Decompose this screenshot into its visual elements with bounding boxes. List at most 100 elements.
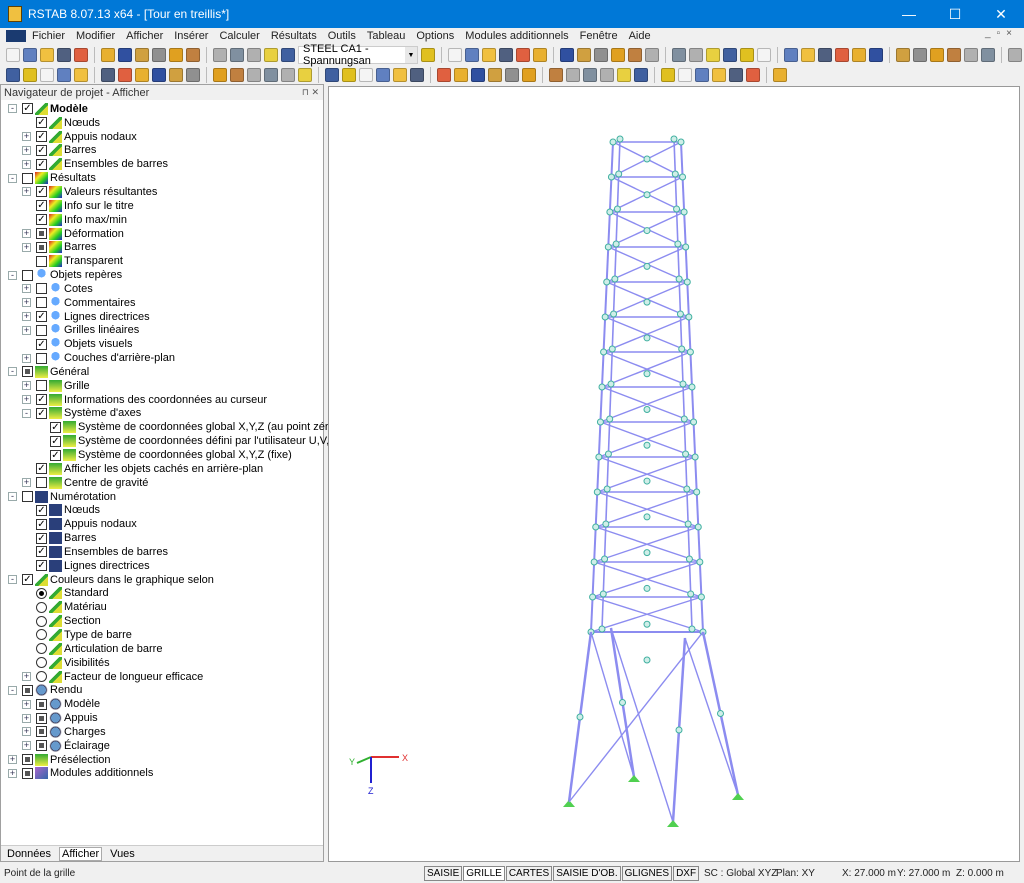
collapse-icon[interactable]: -	[8, 271, 17, 280]
node[interactable]	[675, 241, 681, 247]
checkbox-unchecked[interactable]	[22, 173, 33, 184]
tree-item[interactable]: ✓Appuis nodaux	[1, 517, 323, 531]
close-button[interactable]: ✕	[978, 0, 1024, 28]
menu-item[interactable]: Calculer	[219, 30, 259, 42]
toolbar-button-icon[interactable]	[645, 48, 659, 62]
toolbar-button-icon[interactable]	[454, 68, 468, 82]
toolbar-button-icon[interactable]	[186, 68, 200, 82]
node[interactable]	[644, 478, 650, 484]
node[interactable]	[697, 559, 703, 565]
toolbar-button-icon[interactable]	[247, 48, 261, 62]
toolbar-button-icon[interactable]	[577, 48, 591, 62]
checkbox-checked[interactable]: ✓	[36, 200, 47, 211]
member[interactable]	[681, 142, 683, 177]
status-toggle-button[interactable]: DXF	[673, 866, 699, 881]
node[interactable]	[677, 311, 683, 317]
support-icon[interactable]	[628, 775, 640, 782]
member[interactable]	[694, 422, 696, 457]
toolbar-button-icon[interactable]	[118, 48, 132, 62]
member[interactable]	[683, 384, 684, 419]
node[interactable]	[644, 228, 650, 234]
node[interactable]	[644, 335, 650, 341]
node[interactable]	[610, 139, 616, 145]
toolbar-button-icon[interactable]	[281, 68, 295, 82]
toolbar-button-icon[interactable]	[818, 48, 832, 62]
toolbar-button-icon[interactable]	[930, 48, 944, 62]
member[interactable]	[687, 282, 689, 317]
toolbar-button-icon[interactable]	[522, 68, 536, 82]
tower-model[interactable]: X Y Z	[329, 87, 1021, 863]
tree-item[interactable]: -✓Modèle	[1, 102, 323, 116]
checkbox-unchecked[interactable]	[36, 297, 47, 308]
toolbar-button-icon[interactable]	[74, 68, 88, 82]
node[interactable]	[671, 136, 677, 142]
member[interactable]	[684, 419, 685, 454]
tree-item[interactable]: Type de barre	[1, 628, 323, 642]
toolbar-button-icon[interactable]	[801, 48, 815, 62]
chevron-down-icon[interactable]: ▼	[405, 47, 417, 63]
member[interactable]	[602, 352, 604, 387]
toolbar-button-icon[interactable]	[729, 68, 743, 82]
radio-unselected[interactable]	[36, 643, 47, 654]
radio-unselected[interactable]	[36, 616, 47, 627]
toolbar-button-icon[interactable]	[773, 68, 787, 82]
node[interactable]	[679, 346, 685, 352]
tree-item[interactable]: +✓Barres	[1, 144, 323, 158]
node[interactable]	[681, 209, 687, 215]
node[interactable]	[607, 209, 613, 215]
toolbar-button-icon[interactable]	[1008, 48, 1022, 62]
checkbox-partial[interactable]	[36, 726, 47, 737]
tree-item[interactable]: Section	[1, 614, 323, 628]
toolbar-button-icon[interactable]	[23, 48, 37, 62]
node[interactable]	[611, 311, 617, 317]
tree-item[interactable]: ✓Système de coordonnées global X,Y,Z (au…	[1, 420, 323, 434]
expand-icon[interactable]: +	[22, 395, 31, 404]
toolbar-button-icon[interactable]	[661, 68, 675, 82]
toolbar-button-icon[interactable]	[852, 48, 866, 62]
checkbox-unchecked[interactable]	[36, 256, 47, 267]
node[interactable]	[600, 591, 606, 597]
toolbar-button-icon[interactable]	[549, 68, 563, 82]
node[interactable]	[685, 521, 691, 527]
tree-item[interactable]: -✓Système d'axes	[1, 407, 323, 421]
member[interactable]	[683, 177, 685, 212]
toolbar-button-icon[interactable]	[152, 68, 166, 82]
node[interactable]	[692, 454, 698, 460]
menu-item[interactable]: Fichier	[32, 30, 65, 42]
collapse-icon[interactable]: -	[8, 104, 17, 113]
node[interactable]	[597, 419, 603, 425]
expand-icon[interactable]: +	[22, 381, 31, 390]
toolbar-button-icon[interactable]	[964, 48, 978, 62]
member[interactable]	[597, 457, 599, 492]
radio-unselected[interactable]	[36, 671, 47, 682]
toolbar-button-icon[interactable]	[152, 48, 166, 62]
toolbar-button-icon[interactable]	[448, 48, 462, 62]
node[interactable]	[644, 263, 650, 269]
member[interactable]	[680, 314, 681, 349]
member[interactable]	[612, 314, 613, 349]
tree-item[interactable]: ✓Objets visuels	[1, 337, 323, 351]
node[interactable]	[644, 657, 650, 663]
toolbar-button-icon[interactable]	[247, 68, 261, 82]
tree-item[interactable]: -Rendu	[1, 683, 323, 697]
tree-item[interactable]: +Centre de gravité	[1, 476, 323, 490]
node[interactable]	[612, 276, 618, 282]
menu-item[interactable]: Outils	[328, 30, 356, 42]
node[interactable]	[644, 585, 650, 591]
member[interactable]	[610, 177, 612, 212]
node[interactable]	[687, 349, 693, 355]
node[interactable]	[695, 524, 701, 530]
toolbar-button-icon[interactable]	[516, 48, 530, 62]
node[interactable]	[718, 711, 724, 717]
member[interactable]	[608, 212, 610, 247]
checkbox-checked[interactable]: ✓	[50, 436, 61, 447]
toolbar-button-icon[interactable]	[628, 48, 642, 62]
node[interactable]	[644, 550, 650, 556]
node[interactable]	[620, 700, 626, 706]
collapse-icon[interactable]: -	[8, 575, 17, 584]
checkbox-checked[interactable]: ✓	[36, 533, 47, 544]
document-icon[interactable]	[6, 30, 26, 42]
node[interactable]	[644, 621, 650, 627]
member[interactable]	[569, 632, 703, 802]
member[interactable]	[698, 527, 700, 562]
